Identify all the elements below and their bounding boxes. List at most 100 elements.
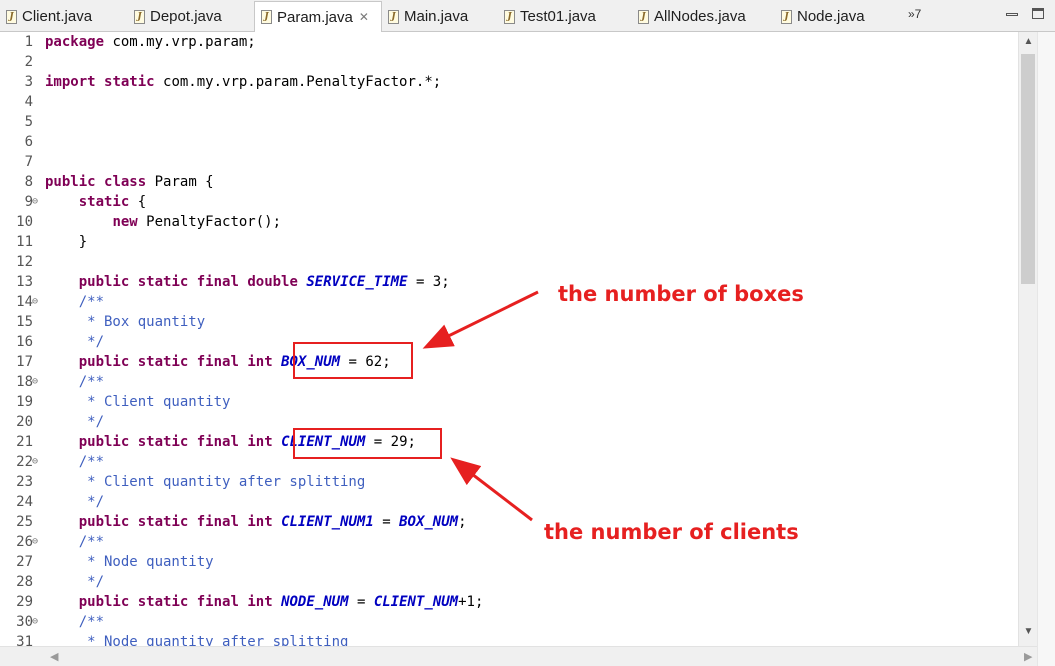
code-line[interactable]: 30 ⊖ /** [0, 612, 1018, 632]
line-number: 25 [16, 514, 33, 530]
code-line[interactable]: 13 public static final double SERVICE_TI… [0, 272, 1018, 292]
code-line[interactable]: 27 * Node quantity [0, 552, 1018, 572]
code-line[interactable]: 14 ⊖ /** [0, 292, 1018, 312]
code-token: final [196, 514, 239, 530]
fold-toggle-icon[interactable]: ⊖ [32, 532, 38, 552]
line-number: 4 [24, 94, 33, 110]
vertical-scroll-thumb[interactable] [1021, 54, 1035, 284]
code-token: public [78, 594, 130, 610]
code-line[interactable]: 7 [0, 152, 1018, 172]
code-token: double [247, 274, 298, 290]
code-line[interactable]: 4 [0, 92, 1018, 112]
code-token: * Client quantity [45, 394, 231, 410]
line-number: 5 [24, 114, 33, 130]
code-token: Param { [146, 174, 214, 190]
code-line[interactable]: 1 package com.my.vrp.param; [0, 32, 1018, 52]
fold-toggle-icon[interactable]: ⊖ [32, 192, 38, 212]
code-token: * Node quantity [45, 554, 214, 570]
tab-param[interactable]: J Param.java ✕ [254, 1, 382, 32]
close-icon[interactable]: ✕ [359, 10, 369, 24]
tab-overflow-indicator[interactable]: »7 [908, 7, 921, 21]
code-token: /** [45, 374, 105, 390]
code-token: /** [45, 534, 105, 550]
code-line[interactable]: 18 ⊖ /** [0, 372, 1018, 392]
code-text: */ [45, 492, 104, 512]
java-file-icon: J [261, 10, 272, 24]
code-line[interactable]: 28 */ [0, 572, 1018, 592]
line-number: 24 [16, 494, 33, 510]
code-editor[interactable]: 1 package com.my.vrp.param; 2 3 import stati… [0, 32, 1018, 646]
tab-main[interactable]: J Main.java [382, 2, 498, 31]
code-line[interactable]: 12 [0, 252, 1018, 272]
code-text: * Node quantity after splitting [45, 632, 348, 646]
code-token: public [78, 434, 130, 450]
code-token: public [78, 514, 130, 530]
code-text: public static final int CLIENT_NUM1 = BO… [45, 512, 467, 532]
horizontal-scrollbar[interactable]: ◀ ▶ [0, 646, 1037, 666]
code-line[interactable]: 17 public static final int BOX_NUM = 62; [0, 352, 1018, 372]
fold-toggle-icon[interactable]: ⊖ [32, 372, 38, 392]
code-token: static [137, 514, 189, 530]
maximize-icon[interactable] [1032, 8, 1044, 19]
scroll-down-icon[interactable]: ▼ [1019, 626, 1038, 637]
code-line[interactable]: 20 */ [0, 412, 1018, 432]
line-number: 20 [16, 414, 33, 430]
code-line[interactable]: 11 } [0, 232, 1018, 252]
code-token: PenaltyFactor(); [137, 214, 282, 230]
scroll-up-icon[interactable]: ▲ [1019, 36, 1038, 47]
code-line[interactable]: 5 [0, 112, 1018, 132]
tab-allnodes[interactable]: J AllNodes.java [632, 2, 775, 31]
code-line[interactable]: 21 public static final int CLIENT_NUM = … [0, 432, 1018, 452]
code-token: = [348, 594, 374, 610]
box-num-highlight [293, 342, 413, 379]
code-line[interactable]: 22 ⊖ /** [0, 452, 1018, 472]
code-token: class [104, 174, 147, 190]
code-text: /** [45, 292, 104, 312]
code-line[interactable]: 23 * Client quantity after splitting [0, 472, 1018, 492]
minimize-icon[interactable] [1006, 13, 1018, 16]
code-token: public [45, 174, 96, 190]
line-number: 30 [16, 614, 33, 630]
tab-test01[interactable]: J Test01.java [498, 2, 632, 31]
vertical-scrollbar[interactable]: ▲ ▼ [1018, 32, 1037, 646]
scroll-right-icon[interactable]: ▶ [1024, 650, 1032, 663]
tab-node[interactable]: J Node.java [775, 2, 895, 31]
line-number: 3 [24, 74, 33, 90]
code-line[interactable]: 8 public class Param { [0, 172, 1018, 192]
java-file-icon: J [781, 9, 792, 24]
code-token: static [137, 354, 189, 370]
tab-label: AllNodes.java [654, 8, 746, 25]
code-line[interactable]: 19 * Client quantity [0, 392, 1018, 412]
code-line[interactable]: 26 ⊖ /** [0, 532, 1018, 552]
code-line[interactable]: 10 new PenaltyFactor(); [0, 212, 1018, 232]
fold-toggle-icon[interactable]: ⊖ [32, 292, 38, 312]
fold-toggle-icon[interactable]: ⊖ [32, 452, 38, 472]
code-line[interactable]: 16 */ [0, 332, 1018, 352]
fold-toggle-icon[interactable]: ⊖ [32, 612, 38, 632]
line-number: 9 [24, 194, 33, 210]
code-line[interactable]: 31 * Node quantity after splitting [0, 632, 1018, 646]
line-number: 23 [16, 474, 33, 490]
code-line[interactable]: 15 * Box quantity [0, 312, 1018, 332]
clients-annotation-label: the number of clients [544, 520, 799, 544]
code-line[interactable]: 25 public static final int CLIENT_NUM1 =… [0, 512, 1018, 532]
tab-label: Client.java [22, 8, 93, 25]
code-line[interactable]: 9 ⊖ static { [0, 192, 1018, 212]
code-text: new PenaltyFactor(); [45, 212, 281, 232]
code-line[interactable]: 3 import static com.my.vrp.param.PenaltyF… [0, 72, 1018, 92]
code-token: static [137, 434, 189, 450]
code-line[interactable]: 6 [0, 132, 1018, 152]
tab-client[interactable]: J Client.java [0, 2, 128, 31]
code-token: final [196, 354, 239, 370]
code-line[interactable]: 24 */ [0, 492, 1018, 512]
code-text: /** [45, 452, 104, 472]
code-line[interactable]: 2 [0, 52, 1018, 72]
tab-depot[interactable]: J Depot.java [128, 2, 254, 31]
scroll-left-icon[interactable]: ◀ [50, 650, 58, 663]
code-token: int [247, 514, 273, 530]
code-line[interactable]: 29 public static final int NODE_NUM = CL… [0, 592, 1018, 612]
